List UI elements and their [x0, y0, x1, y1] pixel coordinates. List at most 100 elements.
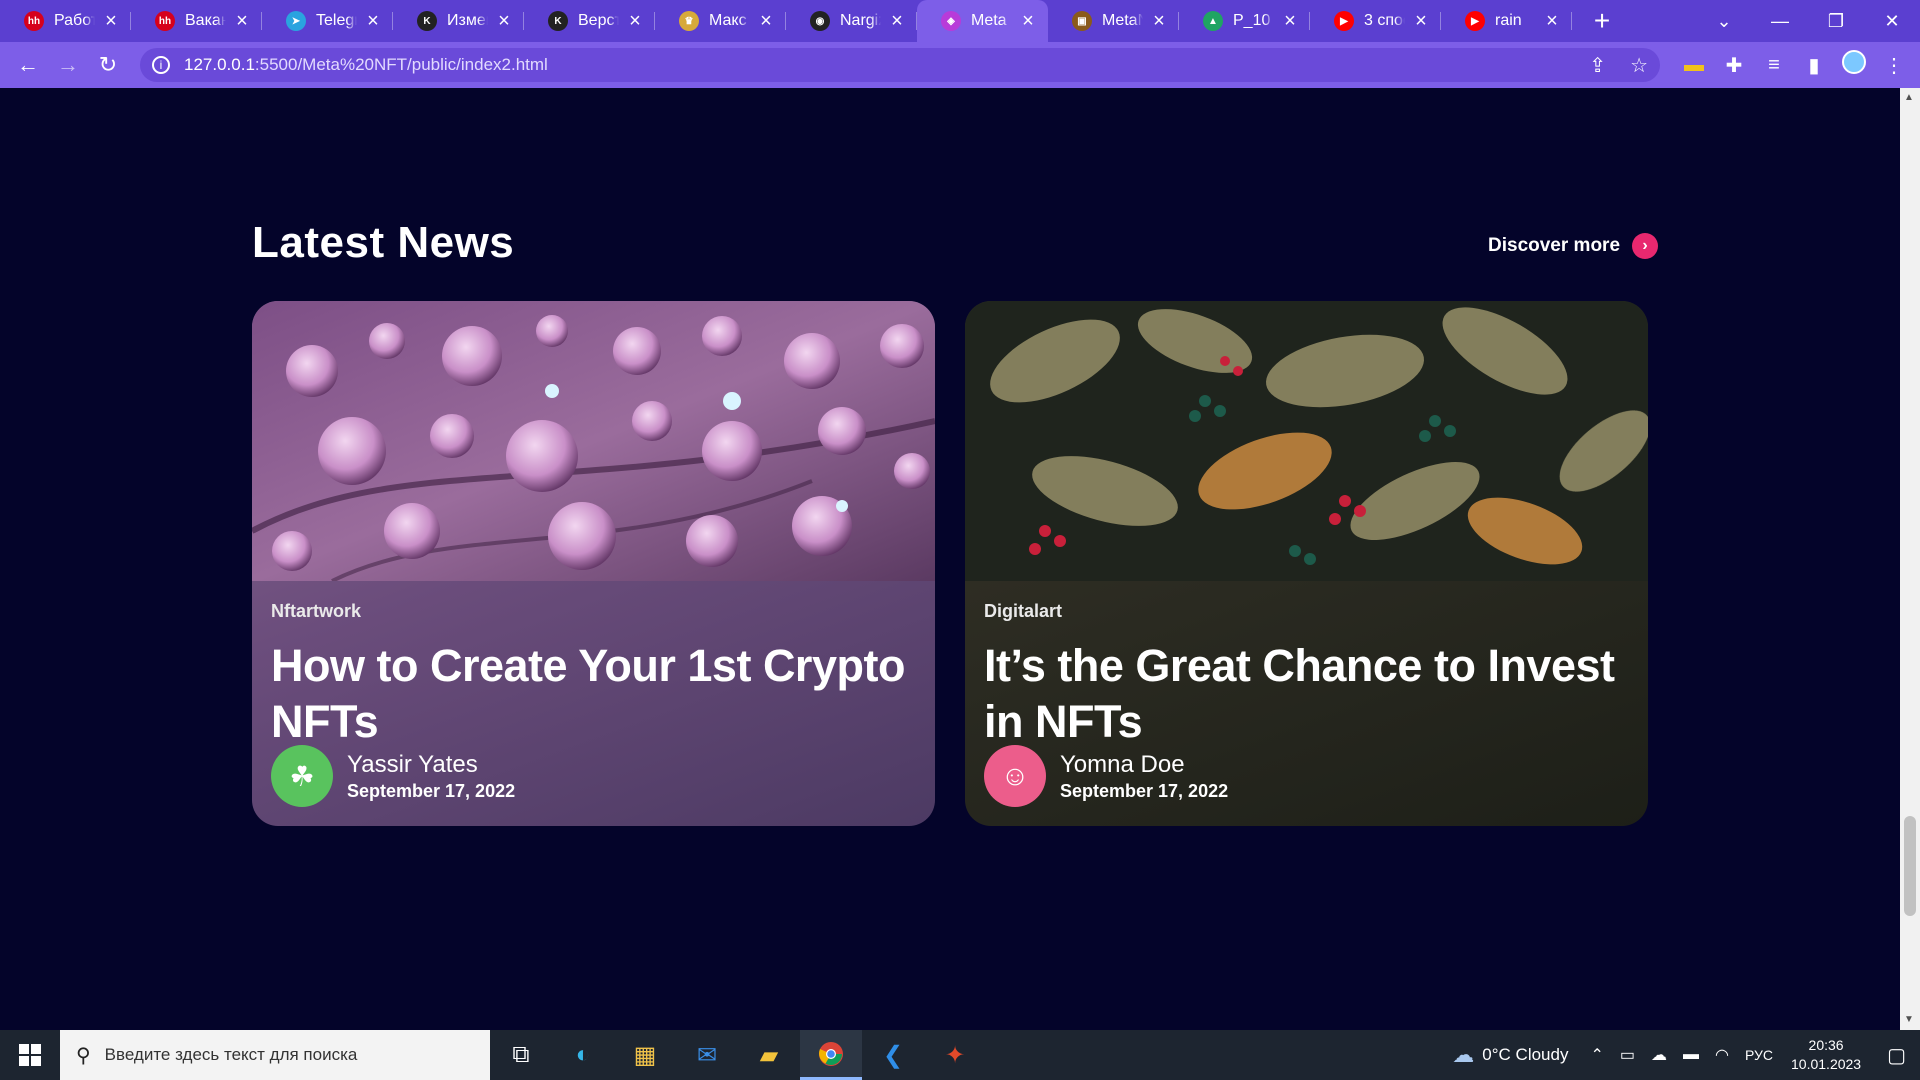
taskbar-search-box[interactable]: ⚲ Введите здесь текст для поиска — [60, 1030, 490, 1080]
hh-icon: hh — [155, 11, 175, 31]
tab-title: 3 способ — [1364, 12, 1405, 29]
k-icon: K — [548, 11, 568, 31]
tab-title: P_10 AI — [1233, 12, 1274, 29]
browser-tab[interactable]: K Верстка × — [524, 0, 655, 42]
close-tab-icon[interactable]: × — [1542, 10, 1562, 33]
chevron-up-icon[interactable]: ⌃ — [1590, 1045, 1603, 1065]
cloud-icon: ☁ — [1452, 1042, 1475, 1067]
browser-tab[interactable]: hh Вакансии × — [131, 0, 262, 42]
browser-tab-strip: hh Работа × hh Вакансии × ➤ Telegram × K Изменить ×… — [0, 0, 1920, 42]
browser-tab[interactable]: ➤ Telegram × — [262, 0, 393, 42]
profile-avatar[interactable] — [1834, 50, 1874, 80]
news-card-2[interactable]: Digitalart It’s the Great Chance to Inve… — [965, 301, 1648, 826]
media-icon[interactable]: ≡ — [1754, 54, 1794, 77]
card-category: Nftartwork — [271, 601, 362, 621]
scrollbar-thumb[interactable] — [1904, 816, 1916, 916]
reload-button[interactable]: ↻ — [88, 45, 128, 85]
card-title[interactable]: It’s the Great Chance to Invest in NFTs — [984, 638, 1629, 750]
search-placeholder: Введите здесь текст для поиска — [104, 1045, 358, 1064]
close-tab-icon[interactable]: × — [625, 10, 645, 33]
close-tab-icon[interactable]: × — [1018, 10, 1038, 33]
close-tab-icon[interactable]: × — [363, 10, 383, 33]
web-page: Latest News Discover more › Nftartwork H… — [0, 88, 1900, 1030]
windows-start-button[interactable] — [0, 1030, 60, 1080]
site-info-icon[interactable]: i — [152, 56, 170, 74]
edge-icon[interactable]: ◐ — [552, 1030, 614, 1080]
browser-tab[interactable]: ◈ Meta N × — [917, 0, 1048, 42]
notifications-icon[interactable]: ▢ — [1887, 1043, 1906, 1068]
browser-tab[interactable]: ▲ P_10 AI × — [1179, 0, 1310, 42]
tab-title: Telegram — [316, 12, 357, 29]
close-tab-icon[interactable]: × — [756, 10, 776, 33]
figma-icon[interactable]: ✦ — [924, 1030, 986, 1080]
news-card-1[interactable]: Nftartwork How to Create Your 1st Crypto… — [252, 301, 935, 826]
vscode-icon[interactable]: ❮ — [862, 1030, 924, 1080]
discover-more-link[interactable]: Discover more › — [1488, 233, 1659, 259]
system-tray: ☁ 0°C Cloudy ⌃ ▭ ☁ ▬ ◠ РУС 20:36 10.01.2… — [1444, 1030, 1920, 1080]
card-body: Nftartwork How to Create Your 1st Crypto… — [252, 581, 935, 826]
chevron-right-icon: › — [1632, 233, 1659, 259]
close-tab-icon[interactable]: × — [101, 10, 121, 33]
sidepanel-icon[interactable]: ▮ — [1794, 53, 1834, 78]
browser-tab[interactable]: K Изменить × — [393, 0, 524, 42]
card-image-water-drops — [252, 301, 935, 583]
task-view-icon[interactable]: ⧉ — [490, 1030, 552, 1080]
minimize-button[interactable]: — — [1752, 11, 1808, 32]
language-indicator[interactable]: РУС — [1745, 1047, 1773, 1063]
scroll-up-arrow-icon[interactable]: ▲ — [1904, 92, 1914, 103]
card-title[interactable]: How to Create Your 1st Crypto NFTs — [271, 638, 916, 750]
address-bar[interactable]: i 127.0.0.1:5500/Meta%20NFT/public/index… — [140, 48, 1660, 82]
browser-tab[interactable]: ◉ NargizA × — [786, 0, 917, 42]
post-date: September 17, 2022 — [347, 780, 516, 801]
close-tab-icon[interactable]: × — [1411, 10, 1431, 33]
onedrive-icon[interactable]: ☁ — [1651, 1045, 1667, 1065]
extension-icon[interactable]: ▬ — [1674, 54, 1714, 77]
browser-tab[interactable]: ▣ MetaNF × — [1048, 0, 1179, 42]
close-tab-icon[interactable]: × — [1149, 10, 1169, 33]
tab-title: Вакансии — [185, 12, 226, 29]
post-date: September 17, 2022 — [1060, 780, 1229, 801]
tab-title: Верстка — [578, 12, 619, 29]
kebab-menu-icon[interactable]: ⋮ — [1874, 53, 1914, 78]
forward-button[interactable]: → — [48, 45, 88, 85]
weather-text[interactable]: 0°C Cloudy — [1482, 1045, 1568, 1065]
clock[interactable]: 20:36 10.01.2023 — [1791, 1036, 1861, 1074]
close-tab-icon[interactable]: × — [1280, 10, 1300, 33]
browser-tab[interactable]: ▶ 3 способ × — [1310, 0, 1441, 42]
new-tab-button[interactable]: + — [1582, 0, 1622, 42]
browser-tab[interactable]: hh Работа × — [0, 0, 131, 42]
battery-icon[interactable]: ▬ — [1683, 1046, 1699, 1064]
browser-tab[interactable]: ▶ rain × — [1441, 0, 1572, 42]
scroll-down-arrow-icon[interactable]: ▼ — [1904, 1014, 1914, 1025]
drive-icon: ▲ — [1203, 11, 1223, 31]
tab-title: Изменить — [447, 12, 488, 29]
bookmark-star-icon[interactable]: ☆ — [1630, 53, 1648, 78]
meet-icon[interactable]: ▭ — [1620, 1045, 1635, 1065]
card-category: Digitalart — [984, 601, 1063, 621]
puzzle-icon[interactable]: ✚ — [1714, 53, 1754, 78]
close-tab-icon[interactable]: × — [887, 10, 907, 33]
restore-button[interactable]: ❐ — [1808, 11, 1864, 32]
tab-title: MetaNF — [1102, 12, 1143, 29]
tab-title: NargizA — [840, 12, 881, 29]
wifi-icon[interactable]: ◠ — [1715, 1045, 1729, 1065]
store-icon[interactable]: ▦ — [614, 1030, 676, 1080]
extensions-area: ▬ ✚ ≡ ▮ ⋮ — [1674, 50, 1914, 80]
windows-taskbar: ⚲ Введите здесь текст для поиска ⧉ ◐ ▦ ✉… — [0, 1030, 1920, 1080]
card-author: ☺ Yomna Doe September 17, 2022 — [984, 745, 1228, 807]
section-title: Latest News — [252, 218, 515, 267]
youtube-icon: ▶ — [1334, 11, 1354, 31]
card-author: ☘ Yassir Yates September 17, 2022 — [271, 745, 515, 807]
browser-tab[interactable]: ♛ Макс Ко × — [655, 0, 786, 42]
page-scrollbar[interactable]: ▲ ▼ — [1900, 88, 1920, 1030]
back-button[interactable]: ← — [8, 45, 48, 85]
close-window-button[interactable]: ✕ — [1864, 11, 1920, 32]
mail-icon[interactable]: ✉ — [676, 1030, 738, 1080]
share-icon[interactable]: ⇪ — [1589, 53, 1606, 78]
close-tab-icon[interactable]: × — [494, 10, 514, 33]
chrome-icon[interactable] — [800, 1030, 862, 1080]
k-icon: K — [417, 11, 437, 31]
file-explorer-icon[interactable]: ▰ — [738, 1030, 800, 1080]
close-tab-icon[interactable]: × — [232, 10, 252, 33]
tab-search-icon[interactable]: ⌄ — [1696, 11, 1752, 32]
